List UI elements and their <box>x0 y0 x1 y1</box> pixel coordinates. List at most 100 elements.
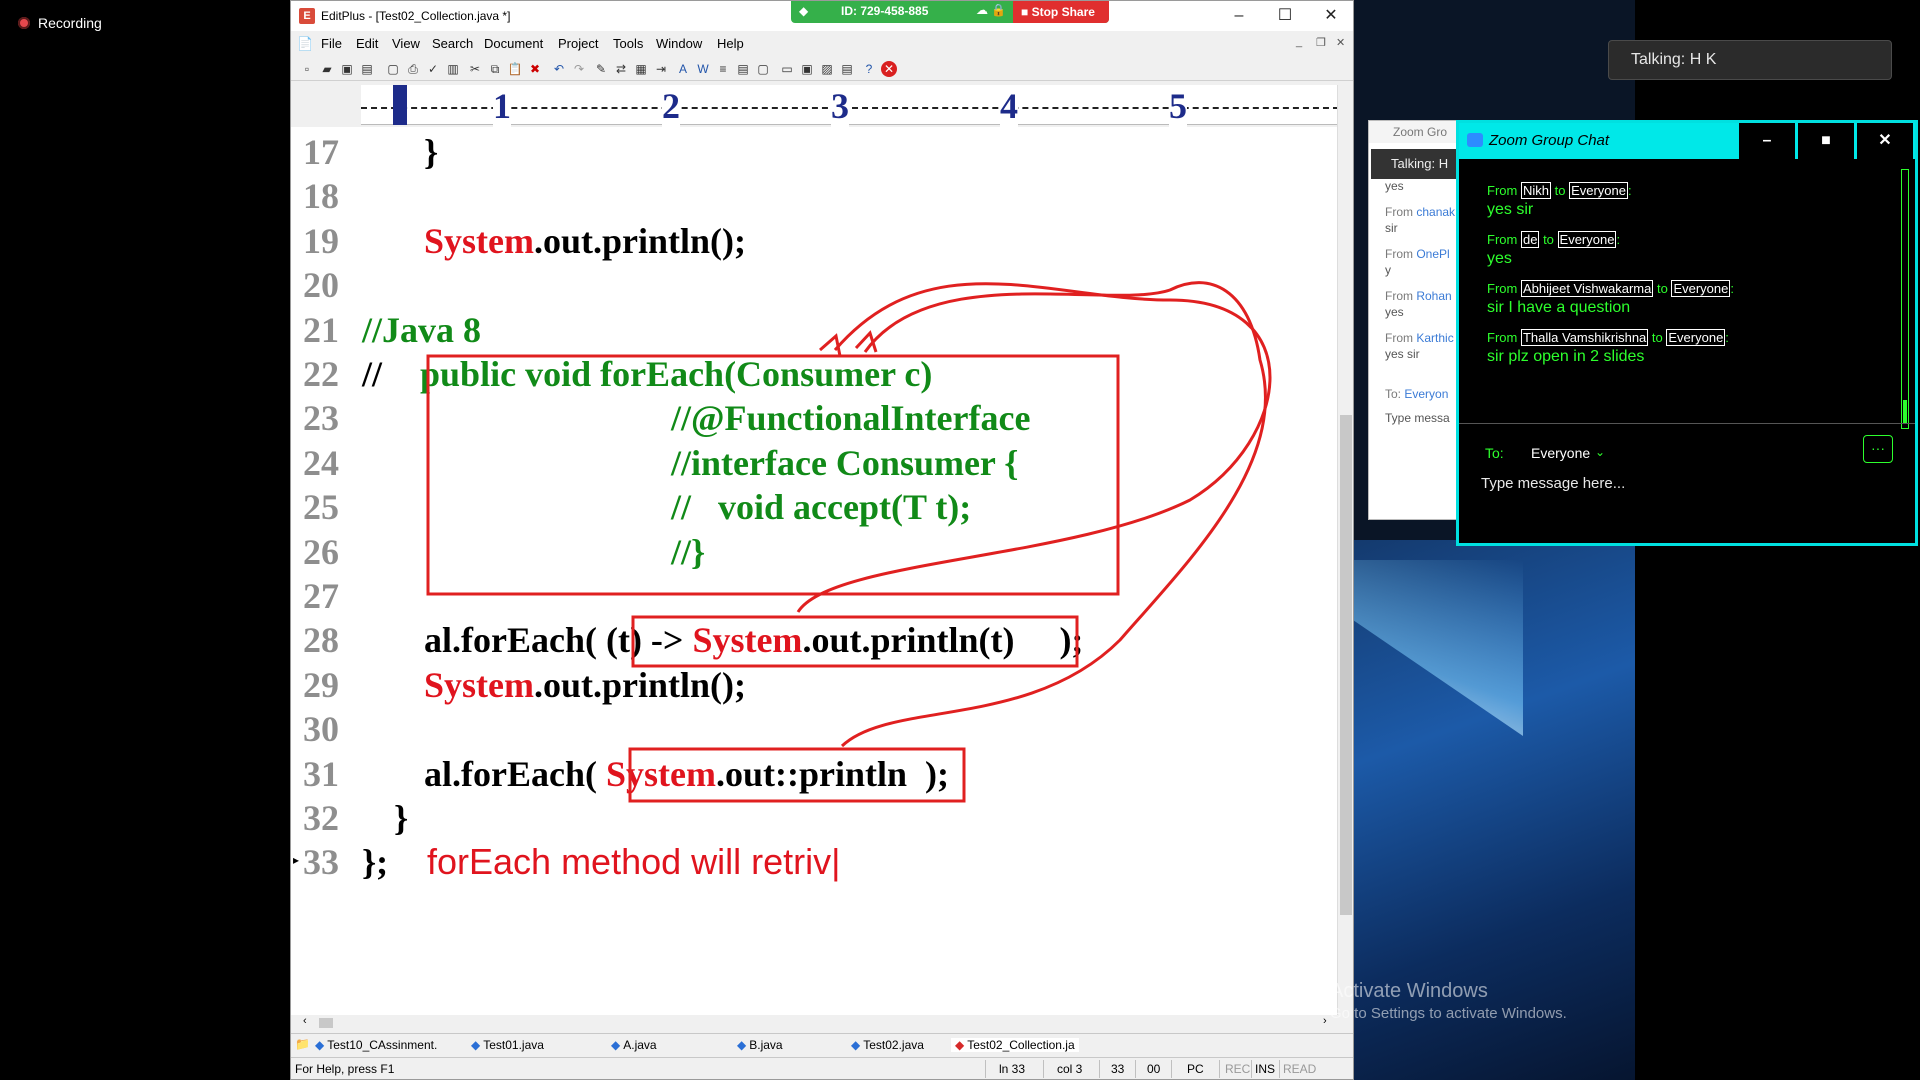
chevron-down-icon[interactable]: ⌄ <box>1595 445 1605 459</box>
code-line[interactable]: // void accept(T t); <box>671 486 971 528</box>
redo-icon[interactable]: ↷ <box>571 61 587 77</box>
menu-tools[interactable]: Tools <box>613 36 643 51</box>
help-icon[interactable]: ? <box>861 61 877 77</box>
chat-scrollbar[interactable] <box>1901 169 1909 429</box>
background-zoom-chat-window[interactable]: Zoom Gro Talking: H yes From chanak sir Fro… <box>1368 120 1459 520</box>
find-icon[interactable]: ✎ <box>593 61 609 77</box>
code-line[interactable]: //@FunctionalInterface <box>671 397 1030 439</box>
file-tab-active[interactable]: ◆ Test02_Collection.ja <box>951 1038 1079 1052</box>
open-folder-icon[interactable]: ▰ <box>319 61 335 77</box>
file-tab[interactable]: ◆ Test10_CAssinment. <box>315 1038 437 1052</box>
chat-message-list[interactable]: From Nikh to Everyone: yes sir From de to … <box>1459 159 1915 431</box>
menu-project[interactable]: Project <box>558 36 598 51</box>
mdi-close-icon[interactable]: ✕ <box>1336 36 1345 49</box>
print-icon[interactable]: ⎙ <box>405 61 421 77</box>
font-icon[interactable]: A <box>675 61 691 77</box>
code-line[interactable]: al.forEach( System.out::println ); <box>424 753 949 795</box>
save-icon[interactable]: ▣ <box>339 61 355 77</box>
folder-icon[interactable]: 📁 <box>295 1037 310 1051</box>
code-line[interactable]: }; <box>362 841 388 883</box>
code-line[interactable]: al.forEach( (t) -> System.out.println(t)… <box>424 619 1083 661</box>
mdi-minimize-icon[interactable]: _ <box>1296 36 1302 48</box>
stop-share-button[interactable]: ■ Stop Share <box>1013 1 1109 23</box>
screen-share-toolbar[interactable]: ◆ ID: 729-458-885 ☁ 🔒 ■ Stop Share <box>791 1 1109 23</box>
stop-icon[interactable]: ✕ <box>881 61 897 77</box>
undo-icon[interactable]: ↶ <box>551 61 567 77</box>
chat-message-header: From Nikh to Everyone: <box>1487 182 1632 199</box>
sender-name[interactable]: Nikh <box>1520 182 1551 199</box>
chat-scroll-thumb[interactable] <box>1903 400 1907 424</box>
code-line[interactable]: //Java 8 <box>362 309 481 351</box>
recipient-name[interactable]: Everyone <box>1666 329 1726 346</box>
goto-icon[interactable]: ⇥ <box>653 61 669 77</box>
code-token: .out.println(); <box>534 220 747 261</box>
window-cascade-icon[interactable]: ▣ <box>799 61 815 77</box>
horizontal-scroll-thumb[interactable] <box>319 1018 333 1028</box>
recipient-name[interactable]: Everyone <box>1671 280 1731 297</box>
print-preview-icon[interactable]: ▢ <box>385 61 401 77</box>
ruler-icon[interactable]: ▤ <box>735 61 751 77</box>
menu-view[interactable]: View <box>392 36 420 51</box>
copy-icon[interactable]: ⧉ <box>487 61 503 77</box>
menu-file[interactable]: File <box>321 36 342 51</box>
code-editor[interactable]: 17 18 19 20 21 22 23 24 25 26 27 28 29 30 31 32 33 ▸ } Sys… <box>291 127 1337 1015</box>
menu-search[interactable]: Search <box>432 36 473 51</box>
file-tab[interactable]: ◆ Test02.java <box>851 1038 924 1052</box>
code-line[interactable]: System.out.println(); <box>424 220 746 262</box>
close-button[interactable]: ✕ <box>1308 1 1354 31</box>
recipient-name[interactable]: Everyone <box>1557 231 1617 248</box>
code-line[interactable]: } <box>394 797 408 839</box>
line-number: 29 <box>303 664 339 705</box>
window-tile-icon[interactable]: ▭ <box>779 61 795 77</box>
chat-minimize-button[interactable]: – <box>1737 123 1795 159</box>
sender-name[interactable]: Abhijeet Vishwakarma <box>1520 280 1654 297</box>
menu-document[interactable]: Document <box>484 36 543 51</box>
code-line[interactable]: System.out.println(); <box>424 664 746 706</box>
more-options-button[interactable]: ··· <box>1863 435 1893 463</box>
menu-window[interactable]: Window <box>656 36 702 51</box>
maximize-button[interactable]: ☐ <box>1262 1 1308 31</box>
code-line[interactable]: //} <box>671 531 705 573</box>
file-tab[interactable]: ◆ Test01.java <box>471 1038 544 1052</box>
mdi-restore-icon[interactable]: ❐ <box>1316 36 1326 49</box>
scroll-left-icon[interactable]: ‹ <box>303 1015 307 1027</box>
paste-icon[interactable]: 📋 <box>507 61 523 77</box>
menu-edit[interactable]: Edit <box>356 36 378 51</box>
cut-icon[interactable]: ✂ <box>467 61 483 77</box>
code-line[interactable]: // public void forEach(Consumer c) <box>362 353 932 395</box>
recipient-name[interactable]: Everyone <box>1569 182 1628 199</box>
scroll-right-icon[interactable]: › <box>1323 1015 1327 1027</box>
code-line[interactable]: //interface Consumer { <box>671 442 1018 484</box>
sender-name[interactable]: de <box>1520 231 1540 248</box>
minimize-button[interactable]: – <box>1216 1 1262 31</box>
vertical-scrollbar[interactable] <box>1337 85 1353 1015</box>
editplus-window[interactable]: E EditPlus - [Test02_Collection.java *] … <box>290 0 1354 1080</box>
file-tab[interactable]: ◆ A.java <box>611 1038 657 1052</box>
ruler-mark-5: 5 <box>1169 85 1187 127</box>
screen-icon[interactable]: ▢ <box>755 61 771 77</box>
chat-maximize-button[interactable]: ■ <box>1796 123 1854 159</box>
replace-icon[interactable]: ⇄ <box>613 61 629 77</box>
cliptext-icon[interactable]: ▨ <box>819 61 835 77</box>
find-in-files-icon[interactable]: ▦ <box>633 61 649 77</box>
delete-icon[interactable]: ✖ <box>527 61 543 77</box>
menu-help[interactable]: Help <box>717 36 744 51</box>
zoom-group-chat-window[interactable]: Zoom Group Chat – ■ ✕ From Nikh to Every… <box>1456 120 1918 546</box>
line-number-icon[interactable]: ≡ <box>715 61 731 77</box>
meeting-id: ID: 729-458-885 <box>841 4 929 18</box>
chat-message-input[interactable] <box>1481 469 1891 497</box>
chat-titlebar[interactable]: Zoom Group Chat – ■ ✕ <box>1459 123 1915 159</box>
spellcheck-icon[interactable]: ✓ <box>425 61 441 77</box>
horizontal-scrollbar[interactable]: ‹ › <box>291 1015 1337 1031</box>
new-file-icon[interactable]: ▫ <box>299 61 315 77</box>
word-wrap-icon[interactable]: W <box>695 61 711 77</box>
file-tab[interactable]: ◆ B.java <box>737 1038 783 1052</box>
directory-icon[interactable]: ▤ <box>839 61 855 77</box>
chat-close-button[interactable]: ✕ <box>1855 123 1913 159</box>
code-line[interactable]: } <box>424 131 438 173</box>
save-all-icon[interactable]: ▤ <box>359 61 375 77</box>
recipient-select[interactable]: Everyone <box>1531 445 1590 461</box>
vertical-scroll-thumb[interactable] <box>1340 415 1352 915</box>
sender-name[interactable]: Thalla Vamshikrishna <box>1520 329 1649 346</box>
browser-icon[interactable]: ▥ <box>445 61 461 77</box>
